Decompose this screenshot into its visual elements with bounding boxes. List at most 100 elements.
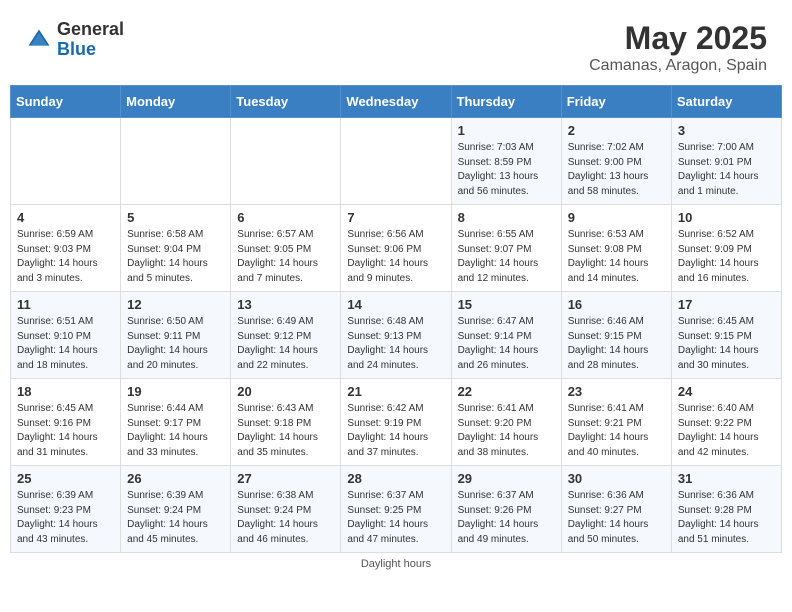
calendar-subtitle: Camanas, Aragon, Spain: [589, 57, 767, 75]
calendar-table: SundayMondayTuesdayWednesdayThursdayFrid…: [10, 85, 782, 553]
day-number: 30: [568, 471, 665, 486]
day-number: 18: [17, 384, 114, 399]
calendar-cell: [341, 118, 451, 205]
day-number: 12: [127, 297, 224, 312]
day-of-week-header: Friday: [561, 86, 671, 118]
day-number: 17: [678, 297, 775, 312]
day-info: Sunrise: 6:37 AMSunset: 9:26 PMDaylight:…: [458, 489, 555, 547]
day-number: 25: [17, 471, 114, 486]
calendar-cell: [11, 118, 121, 205]
calendar-cell: 29 Sunrise: 6:37 AMSunset: 9:26 PMDayligh…: [451, 466, 561, 553]
calendar-cell: 22Sunrise: 6:41 AMSunset: 9:20 PMDayligh…: [451, 379, 561, 466]
day-number: 31: [678, 471, 775, 486]
day-number: 24: [678, 384, 775, 399]
page-header: General Blue May 2025 Camanas, Aragon, S…: [10, 10, 782, 80]
calendar-cell: 7 Sunrise: 6:56 AMSunset: 9:06 PMDaylight…: [341, 205, 451, 292]
calendar-cell: 24 Sunrise: 6:40 AMSunset: 9:22 PMDayligh…: [671, 379, 781, 466]
day-of-week-header: Sunday: [11, 86, 121, 118]
calendar-cell: 4Sunrise: 6:59 AMSunset: 9:03 PMDaylight…: [11, 205, 121, 292]
day-number: 13: [237, 297, 334, 312]
day-info: Sunrise: 6:55 AMSunset: 9:07 PMDaylight:…: [458, 228, 555, 286]
day-info: Sunrise: 6:47 AMSunset: 9:14 PMDaylight:…: [458, 315, 555, 373]
calendar-cell: 18 Sunrise: 6:45 AMSunset: 9:16 PMDayligh…: [11, 379, 121, 466]
logo-general: General: [57, 20, 124, 40]
day-info: Sunrise: 6:46 AMSunset: 9:15 PMDaylight:…: [568, 315, 665, 373]
calendar-week-row: 18 Sunrise: 6:45 AMSunset: 9:16 PMDayligh…: [11, 379, 782, 466]
day-info: Sunrise: 6:45 AMSunset: 9:16 PMDaylight:…: [17, 402, 114, 460]
calendar-cell: 8 Sunrise: 6:55 AMSunset: 9:07 PMDaylight…: [451, 205, 561, 292]
day-number: 3: [678, 123, 775, 138]
calendar-week-row: 25 Sunrise: 6:39 AMSunset: 9:23 PMDayligh…: [11, 466, 782, 553]
day-info: Sunrise: 7:03 AMSunset: 8:59 PMDaylight:…: [458, 141, 555, 199]
calendar-cell: 11Sunrise: 6:51 AMSunset: 9:10 PMDayligh…: [11, 292, 121, 379]
day-number: 26: [127, 471, 224, 486]
day-info: Sunrise: 6:58 AMSunset: 9:04 PMDaylight:…: [127, 228, 224, 286]
day-number: 4: [17, 210, 114, 225]
day-number: 15: [458, 297, 555, 312]
day-info: Sunrise: 6:49 AMSunset: 9:12 PMDaylight:…: [237, 315, 334, 373]
day-info: Sunrise: 6:50 AMSunset: 9:11 PMDaylight:…: [127, 315, 224, 373]
day-info: Sunrise: 6:56 AMSunset: 9:06 PMDaylight:…: [347, 228, 444, 286]
day-of-week-header: Thursday: [451, 86, 561, 118]
calendar-cell: 9 Sunrise: 6:53 AMSunset: 9:08 PMDaylight…: [561, 205, 671, 292]
day-number: 6: [237, 210, 334, 225]
day-number: 28: [347, 471, 444, 486]
logo-icon: [25, 26, 53, 54]
calendar-cell: 3Sunrise: 7:00 AMSunset: 9:01 PMDaylight…: [671, 118, 781, 205]
day-number: 8: [458, 210, 555, 225]
day-info: Sunrise: 6:48 AMSunset: 9:13 PMDaylight:…: [347, 315, 444, 373]
day-number: 23: [568, 384, 665, 399]
calendar-cell: 5 Sunrise: 6:58 AMSunset: 9:04 PMDaylight…: [121, 205, 231, 292]
day-info: Sunrise: 6:51 AMSunset: 9:10 PMDaylight:…: [17, 315, 114, 373]
calendar-title: May 2025: [589, 20, 767, 57]
day-info: Sunrise: 6:45 AMSunset: 9:15 PMDaylight:…: [678, 315, 775, 373]
day-info: Sunrise: 6:41 AMSunset: 9:20 PMDaylight:…: [458, 402, 555, 460]
day-of-week-header: Monday: [121, 86, 231, 118]
calendar-cell: 17 Sunrise: 6:45 AMSunset: 9:15 PMDayligh…: [671, 292, 781, 379]
calendar-week-row: 1 Sunrise: 7:03 AMSunset: 8:59 PMDaylight…: [11, 118, 782, 205]
calendar-cell: 6Sunrise: 6:57 AMSunset: 9:05 PMDaylight…: [231, 205, 341, 292]
calendar-cell: 10Sunrise: 6:52 AMSunset: 9:09 PMDayligh…: [671, 205, 781, 292]
calendar-cell: 2Sunrise: 7:02 AMSunset: 9:00 PMDaylight…: [561, 118, 671, 205]
calendar-cell: 26Sunrise: 6:39 AMSunset: 9:24 PMDayligh…: [121, 466, 231, 553]
day-info: Sunrise: 6:44 AMSunset: 9:17 PMDaylight:…: [127, 402, 224, 460]
calendar-cell: [231, 118, 341, 205]
calendar-cell: 19Sunrise: 6:44 AMSunset: 9:17 PMDayligh…: [121, 379, 231, 466]
footer-text: Daylight hours: [361, 558, 431, 570]
day-number: 1: [458, 123, 555, 138]
calendar-cell: 15 Sunrise: 6:47 AMSunset: 9:14 PMDayligh…: [451, 292, 561, 379]
calendar-week-row: 11Sunrise: 6:51 AMSunset: 9:10 PMDayligh…: [11, 292, 782, 379]
day-number: 5: [127, 210, 224, 225]
day-number: 14: [347, 297, 444, 312]
day-number: 10: [678, 210, 775, 225]
day-number: 16: [568, 297, 665, 312]
logo-text: General Blue: [57, 20, 124, 60]
calendar-cell: 13 Sunrise: 6:49 AMSunset: 9:12 PMDayligh…: [231, 292, 341, 379]
logo-blue: Blue: [57, 40, 124, 60]
calendar-cell: 14 Sunrise: 6:48 AMSunset: 9:13 PMDayligh…: [341, 292, 451, 379]
day-info: Sunrise: 6:39 AMSunset: 9:23 PMDaylight:…: [17, 489, 114, 547]
day-info: Sunrise: 7:02 AMSunset: 9:00 PMDaylight:…: [568, 141, 665, 199]
day-number: 29: [458, 471, 555, 486]
day-info: Sunrise: 6:41 AMSunset: 9:21 PMDaylight:…: [568, 402, 665, 460]
day-info: Sunrise: 6:36 AMSunset: 9:27 PMDaylight:…: [568, 489, 665, 547]
day-of-week-header: Saturday: [671, 86, 781, 118]
day-info: Sunrise: 6:53 AMSunset: 9:08 PMDaylight:…: [568, 228, 665, 286]
calendar-cell: 30 Sunrise: 6:36 AMSunset: 9:27 PMDayligh…: [561, 466, 671, 553]
calendar-cell: 27Sunrise: 6:38 AMSunset: 9:24 PMDayligh…: [231, 466, 341, 553]
day-info: Sunrise: 6:42 AMSunset: 9:19 PMDaylight:…: [347, 402, 444, 460]
calendar-week-row: 4Sunrise: 6:59 AMSunset: 9:03 PMDaylight…: [11, 205, 782, 292]
day-info: Sunrise: 6:43 AMSunset: 9:18 PMDaylight:…: [237, 402, 334, 460]
days-of-week-row: SundayMondayTuesdayWednesdayThursdayFrid…: [11, 86, 782, 118]
calendar-cell: 16 Sunrise: 6:46 AMSunset: 9:15 PMDayligh…: [561, 292, 671, 379]
day-number: 7: [347, 210, 444, 225]
calendar-cell: [121, 118, 231, 205]
calendar-body: 1 Sunrise: 7:03 AMSunset: 8:59 PMDaylight…: [11, 118, 782, 553]
day-info: Sunrise: 6:36 AMSunset: 9:28 PMDaylight:…: [678, 489, 775, 547]
day-number: 27: [237, 471, 334, 486]
day-info: Sunrise: 6:40 AMSunset: 9:22 PMDaylight:…: [678, 402, 775, 460]
calendar-cell: 12 Sunrise: 6:50 AMSunset: 9:11 PMDayligh…: [121, 292, 231, 379]
calendar-cell: 1 Sunrise: 7:03 AMSunset: 8:59 PMDaylight…: [451, 118, 561, 205]
day-number: 9: [568, 210, 665, 225]
title-block: May 2025 Camanas, Aragon, Spain: [589, 20, 767, 75]
